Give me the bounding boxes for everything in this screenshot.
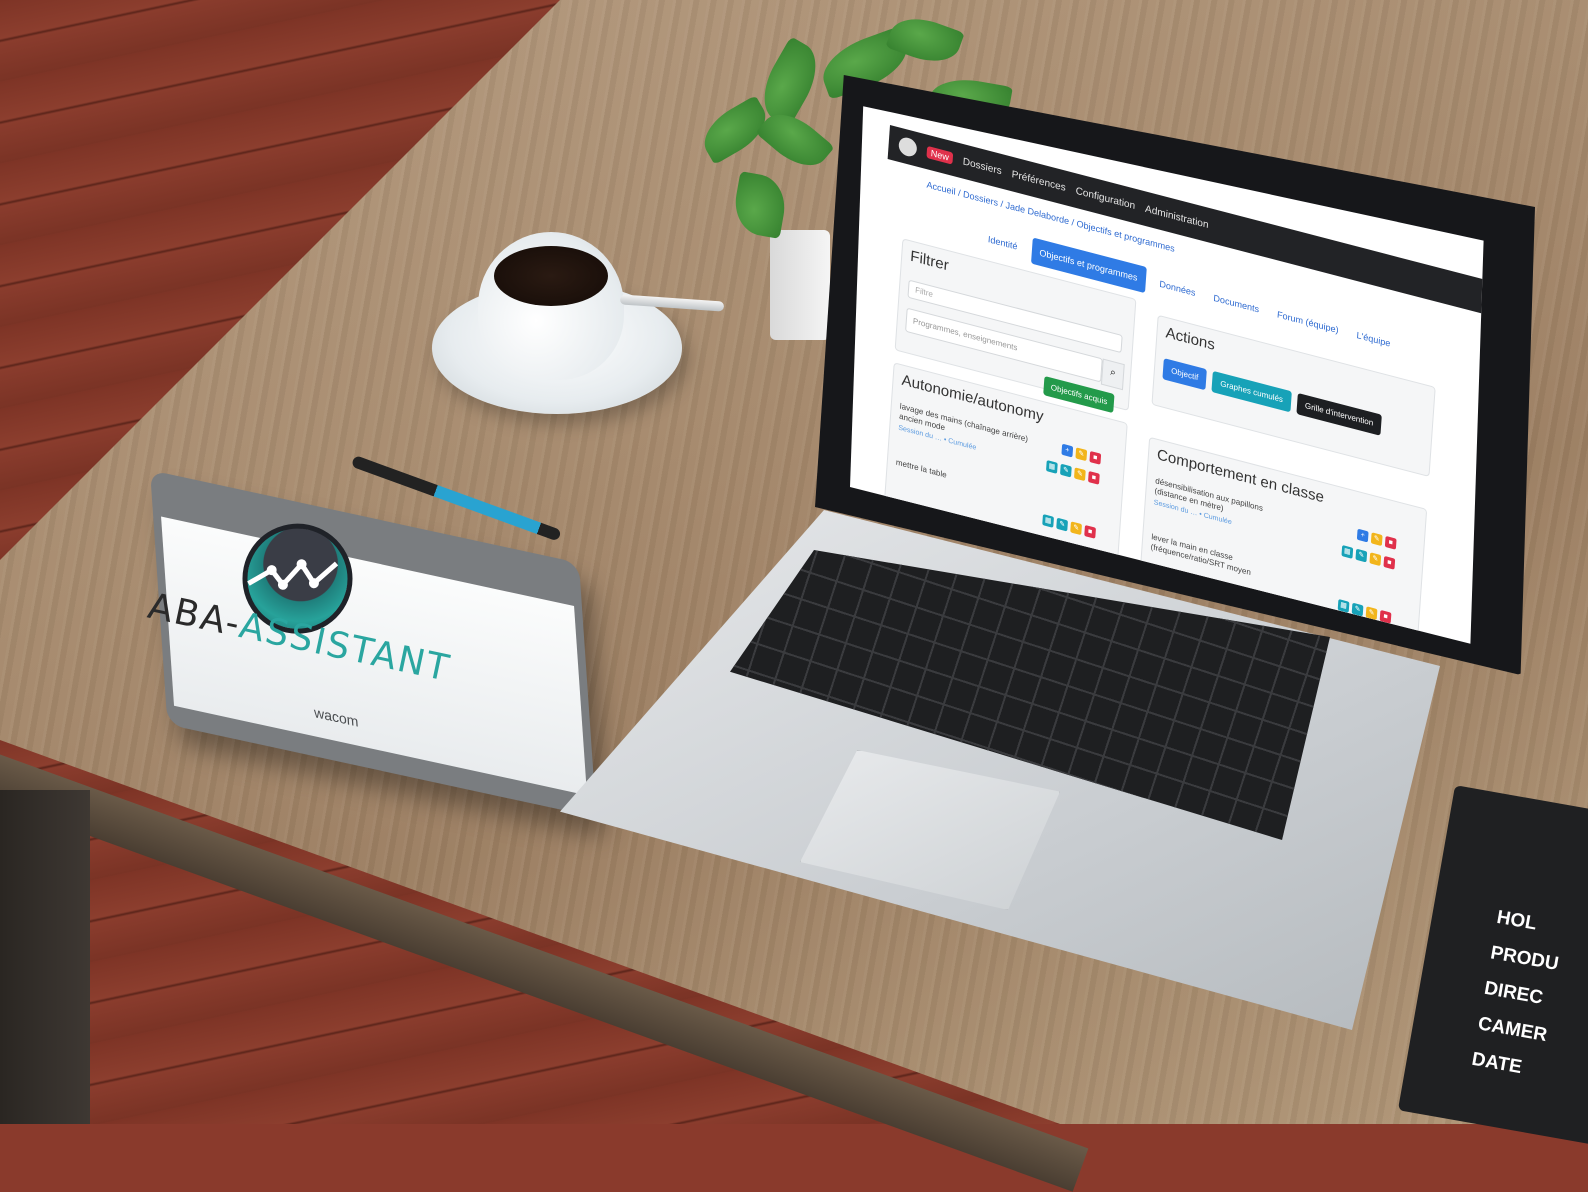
edit-icon[interactable]: ✎ <box>1075 447 1088 462</box>
nav-item-configuration[interactable]: Configuration <box>1075 185 1135 211</box>
pencil-icon[interactable]: ✎ <box>1056 517 1068 532</box>
tab-forum[interactable]: Forum (équipe) <box>1272 302 1343 342</box>
pencil-icon[interactable]: ✎ <box>1355 548 1368 563</box>
nav-item-administration[interactable]: Administration <box>1145 203 1209 230</box>
objectif-button[interactable]: Objectif <box>1162 358 1207 391</box>
new-badge[interactable]: New <box>926 145 954 165</box>
edit-icon[interactable]: ✎ <box>1070 521 1082 536</box>
add-icon[interactable]: + <box>1061 443 1074 458</box>
goal-actions: + ✎ ■ <box>1356 528 1397 550</box>
add-icon[interactable]: + <box>1356 528 1369 543</box>
chart-icon[interactable]: ▦ <box>1042 514 1054 528</box>
tab-donnees[interactable]: Données <box>1155 272 1201 305</box>
edit-icon[interactable]: ✎ <box>1370 532 1383 547</box>
table-leg <box>0 790 90 1124</box>
tab-documents[interactable]: Documents <box>1209 286 1264 322</box>
goal-item[interactable]: mettre la table <box>896 458 1037 504</box>
chart-icon[interactable]: ▦ <box>1046 460 1058 474</box>
delete-icon[interactable]: ■ <box>1089 450 1102 465</box>
delete-icon[interactable]: ■ <box>1383 555 1396 570</box>
nav-item-preferences[interactable]: Préférences <box>1011 168 1066 193</box>
goal-actions: ▦ ✎ ✎ ■ <box>1341 544 1396 570</box>
goal-actions: ▦ ✎ ✎ ■ <box>1046 460 1100 485</box>
goal-actions: + ✎ ■ <box>1061 443 1102 465</box>
chart-icon[interactable]: ▦ <box>1341 544 1354 559</box>
coffee <box>494 246 608 306</box>
tab-identite[interactable]: Identité <box>983 227 1022 259</box>
delete-icon[interactable]: ■ <box>1084 524 1096 539</box>
edit-icon[interactable]: ✎ <box>1369 552 1382 567</box>
tab-equipe[interactable]: L'équipe <box>1352 323 1395 356</box>
logo-text-left: ABA- <box>144 585 245 646</box>
delete-icon[interactable]: ■ <box>1088 470 1100 485</box>
nav-item-dossiers[interactable]: Dossiers <box>962 156 1002 177</box>
goal-text: mettre la table <box>895 457 947 480</box>
goal-actions: ▦ ✎ ✎ ■ <box>1042 514 1096 539</box>
delete-icon[interactable]: ■ <box>1384 535 1397 550</box>
pencil-icon[interactable]: ✎ <box>1060 463 1072 478</box>
search-icon[interactable]: ⌕ <box>1100 358 1125 391</box>
logo-text-right: ASSISTANT <box>235 605 455 690</box>
avatar[interactable] <box>898 135 918 159</box>
edit-icon[interactable]: ✎ <box>1074 467 1086 482</box>
